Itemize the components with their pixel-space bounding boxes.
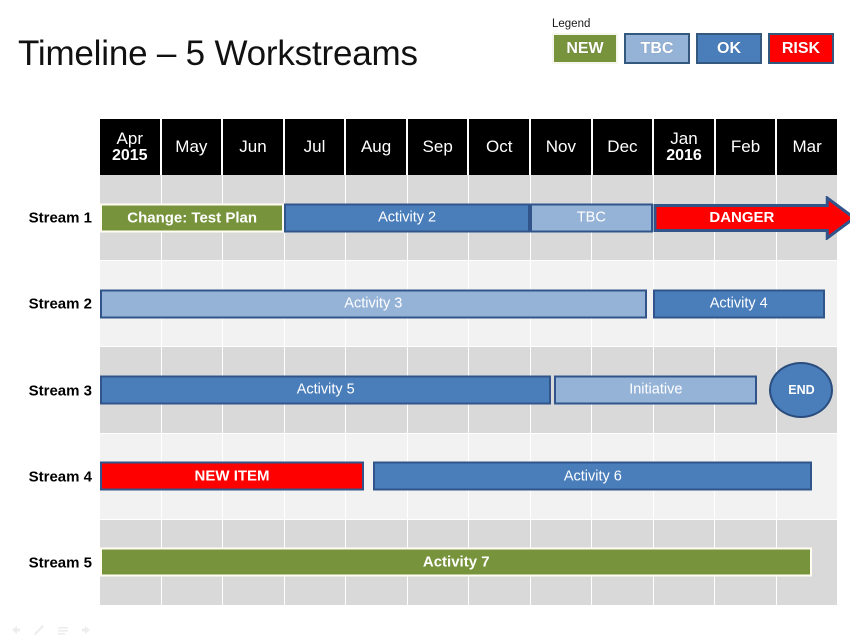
page-title: Timeline – 5 Workstreams xyxy=(18,34,418,73)
timeline-bar-label: Activity 6 xyxy=(563,468,622,485)
back-arrow-icon[interactable] xyxy=(8,623,22,637)
month-name: Feb xyxy=(730,137,761,157)
month-cell-nov: Nov xyxy=(531,119,593,175)
month-name: Mar xyxy=(792,137,822,157)
legend-item-label: NEW xyxy=(566,39,604,57)
timeline-bar[interactable]: NEW ITEM xyxy=(100,461,365,491)
timeline-bar-label: Activity 2 xyxy=(378,209,437,226)
timeline-bar[interactable]: DANGER xyxy=(653,195,850,240)
legend-item-new[interactable]: NEW xyxy=(552,33,618,64)
stream-label: Stream 1 xyxy=(28,209,92,227)
legend-item-label: TBC xyxy=(640,39,674,57)
month-cell-oct: Oct xyxy=(469,119,532,175)
milestone-label: END xyxy=(788,382,815,397)
timeline-bar[interactable]: TBC xyxy=(529,203,653,233)
month-cell-jan: Jan 2016 xyxy=(654,119,716,175)
timeline-bar[interactable]: Activity 5 xyxy=(100,375,552,405)
stream-label: Stream 5 xyxy=(28,554,92,572)
timeline-bar[interactable]: Initiative xyxy=(554,375,758,405)
month-name: May xyxy=(175,137,208,157)
bottom-toolbar[interactable] xyxy=(8,623,94,637)
timeline-bar-label: Activity 3 xyxy=(344,295,403,312)
legend-title: Legend xyxy=(552,18,591,30)
forward-arrow-icon[interactable] xyxy=(80,623,94,637)
timeline-bar-label: Activity 4 xyxy=(709,295,768,312)
timeline-row: Activity 5 Initiative END xyxy=(100,347,837,434)
legend-item-tbc[interactable]: TBC xyxy=(624,33,690,64)
month-name: Jan xyxy=(670,128,698,148)
month-cell-mar: Mar xyxy=(777,119,837,175)
timeline-bar[interactable]: Activity 7 xyxy=(100,547,813,577)
month-name: Dec xyxy=(607,137,638,157)
legend-item-label: OK xyxy=(717,39,741,57)
timeline-bar[interactable]: Change: Test Plan xyxy=(100,203,285,233)
month-cell-feb: Feb xyxy=(715,119,778,175)
stream-label: Stream 4 xyxy=(28,468,92,486)
timeline-bar-label: DANGER xyxy=(709,209,775,227)
timeline-bar[interactable]: Activity 6 xyxy=(373,461,813,491)
month-name: Apr xyxy=(116,128,144,148)
month-header-row: Apr 2015 May Jun Jul Aug Sep Oct Nov Dec Jan 2016 Fe… xyxy=(100,119,837,175)
timeline-bar-label: Activity 5 xyxy=(296,381,355,398)
month-cell-jul: Jul xyxy=(284,119,347,175)
stream-label-gutter: Stream 1 Stream 2 Stream 3 Stream 4 Stream 5 xyxy=(0,119,100,606)
month-name: Aug xyxy=(360,137,392,157)
month-name: Jun xyxy=(239,137,267,157)
month-name: Jul xyxy=(303,137,326,157)
timeline-bar[interactable]: Activity 2 xyxy=(284,203,530,233)
month-cell-dec: Dec xyxy=(592,119,655,175)
milestone-marker[interactable]: END xyxy=(769,361,834,418)
timeline-bar[interactable]: Activity 3 xyxy=(100,289,647,319)
timeline-row: Activity 7 xyxy=(100,519,837,606)
timeline-bar-label: TBC xyxy=(576,209,606,226)
pencil-icon[interactable] xyxy=(32,623,46,637)
timeline-bar-label: Initiative xyxy=(629,381,683,398)
month-cell-sep: Sep xyxy=(407,119,470,175)
month-cell-may: May xyxy=(161,119,224,175)
legend-items: NEW TBC OK RISK xyxy=(552,33,834,64)
timeline-row: NEW ITEM Activity 6 xyxy=(100,433,837,520)
legend: Legend NEW TBC OK RISK xyxy=(552,18,834,64)
legend-item-label: RISK xyxy=(781,39,821,57)
month-name: Oct xyxy=(486,137,513,157)
month-year: 2015 xyxy=(111,146,148,164)
timeline-chart: Apr 2015 May Jun Jul Aug Sep Oct Nov Dec Jan 2016 Fe… xyxy=(100,119,850,606)
month-cell-apr: Apr 2015 xyxy=(100,119,162,175)
timeline-rows: Change: Test Plan Activity 2 TBC DANGER Acti… xyxy=(100,175,850,606)
timeline-bar-label: Activity 7 xyxy=(422,553,490,571)
stream-label: Stream 3 xyxy=(28,382,92,399)
timeline-bar[interactable]: Activity 4 xyxy=(652,289,825,319)
month-name: Sep xyxy=(422,137,453,157)
stream-label: Stream 2 xyxy=(28,295,92,313)
month-name: Nov xyxy=(545,137,576,157)
month-cell-jun: Jun xyxy=(223,119,285,175)
timeline-bar-label: Change: Test Plan xyxy=(127,209,257,227)
lines-icon[interactable] xyxy=(56,623,70,637)
timeline-row: Activity 3 Activity 4 xyxy=(100,261,837,348)
timeline-bar-label: NEW ITEM xyxy=(194,467,270,485)
legend-item-ok[interactable]: OK xyxy=(696,33,762,64)
timeline-row: Change: Test Plan Activity 2 TBC DANGER xyxy=(100,175,850,262)
legend-item-risk[interactable]: RISK xyxy=(768,33,834,64)
month-year: 2016 xyxy=(666,146,702,164)
month-cell-aug: Aug xyxy=(346,119,408,175)
